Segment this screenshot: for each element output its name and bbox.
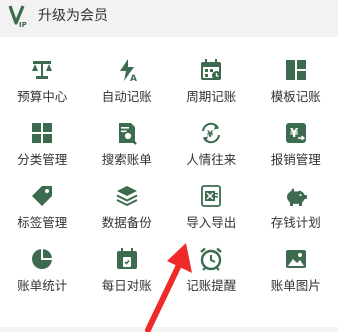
- feature-import-export[interactable]: 导入导出: [169, 177, 254, 240]
- search-document-icon: [114, 120, 140, 146]
- feature-label: 模板记账: [270, 89, 321, 104]
- vip-logo-icon: IP: [8, 5, 27, 29]
- feature-label: 每日对账: [101, 278, 152, 293]
- feature-label: 分类管理: [17, 152, 68, 167]
- daily-check-calendar-icon: [114, 246, 140, 272]
- feature-label: 自动记账: [101, 89, 152, 104]
- feature-auto-bookkeeping[interactable]: A 自动记账: [85, 51, 170, 114]
- alarm-clock-icon: [198, 246, 224, 272]
- feature-reimbursement[interactable]: ¥ 报销管理: [254, 114, 338, 177]
- features-grid: 预算中心 A 自动记账 周期记账 模板记账 分类管理 搜索账单 ¥ 人情往来 ¥…: [0, 51, 338, 303]
- excel-import-export-icon: [198, 183, 224, 209]
- scale-icon: [29, 57, 55, 83]
- auto-bookkeeping-icon: A: [114, 57, 140, 83]
- feature-tag-management[interactable]: 标签管理: [0, 177, 85, 240]
- pie-chart-icon: [29, 246, 55, 272]
- bottom-divider: [0, 327, 338, 332]
- svg-text:IP: IP: [19, 21, 27, 29]
- feature-label: 周期记账: [186, 89, 237, 104]
- tag-icon: [29, 183, 55, 209]
- feature-bookkeeping-reminder[interactable]: 记账提醒: [169, 240, 254, 303]
- feature-label: 导入导出: [186, 215, 237, 230]
- money-exchange-icon: ¥: [198, 120, 224, 146]
- layers-icon: [114, 183, 140, 209]
- feature-template-bookkeeping[interactable]: 模板记账: [254, 51, 338, 114]
- svg-text:¥: ¥: [207, 130, 214, 140]
- feature-daily-reconciliation[interactable]: 每日对账: [85, 240, 170, 303]
- svg-text:A: A: [130, 74, 137, 82]
- template-icon: [283, 57, 309, 83]
- feature-savings-plan[interactable]: 存钱计划: [254, 177, 338, 240]
- upgrade-vip-title[interactable]: 升级为会员: [38, 6, 108, 26]
- header: IP 升级为会员: [0, 0, 338, 32]
- feature-category-management[interactable]: 分类管理: [0, 114, 85, 177]
- svg-text:¥: ¥: [290, 126, 299, 140]
- features-card: 预算中心 A 自动记账 周期记账 模板记账 分类管理 搜索账单 ¥ 人情往来 ¥…: [0, 37, 338, 327]
- feature-label: 搜索账单: [101, 152, 152, 167]
- feature-label: 人情往来: [186, 152, 237, 167]
- feature-label: 存钱计划: [270, 215, 321, 230]
- category-grid-icon: [29, 120, 55, 146]
- feature-label: 账单图片: [270, 278, 321, 293]
- feature-gift-exchange[interactable]: ¥ 人情往来: [169, 114, 254, 177]
- feature-bill-statistics[interactable]: 账单统计: [0, 240, 85, 303]
- picture-icon: [283, 246, 309, 272]
- feature-label: 标签管理: [17, 215, 68, 230]
- feature-search-bills[interactable]: 搜索账单: [85, 114, 170, 177]
- feature-recurring-bookkeeping[interactable]: 周期记账: [169, 51, 254, 114]
- feature-label: 预算中心: [17, 89, 68, 104]
- feature-label: 数据备份: [101, 215, 152, 230]
- feature-label: 记账提醒: [186, 278, 237, 293]
- feature-label: 报销管理: [270, 152, 321, 167]
- reimbursement-icon: ¥: [283, 120, 309, 146]
- feature-budget-center[interactable]: 预算中心: [0, 51, 85, 114]
- feature-data-backup[interactable]: 数据备份: [85, 177, 170, 240]
- feature-label: 账单统计: [17, 278, 68, 293]
- recurring-calendar-icon: [198, 57, 224, 83]
- piggy-bank-icon: [283, 183, 309, 209]
- feature-bill-pictures[interactable]: 账单图片: [254, 240, 338, 303]
